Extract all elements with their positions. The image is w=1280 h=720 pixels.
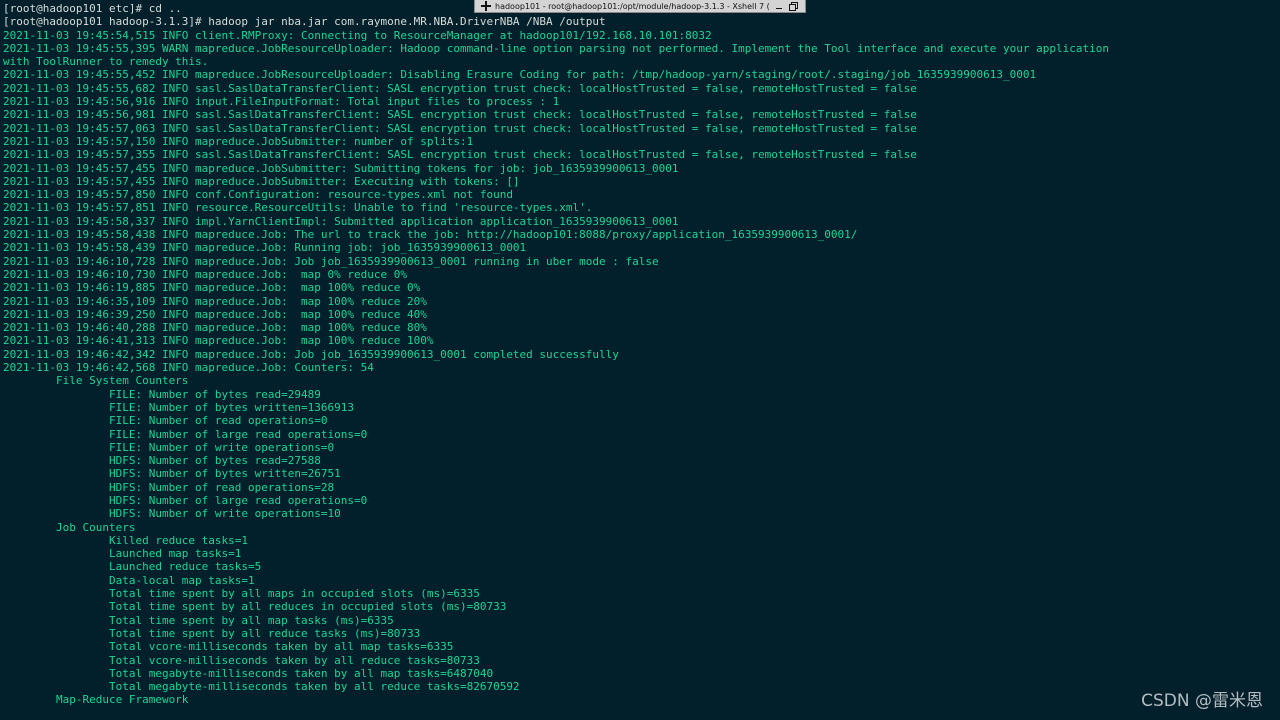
terminal-log-line: 2021-11-03 19:46:41,313 INFO mapreduce.J… — [3, 334, 434, 348]
terminal-log-line: Total vcore-milliseconds taken by all ma… — [3, 640, 454, 654]
terminal-log-line: Launched map tasks=1 — [3, 547, 242, 561]
window-title-tab[interactable]: hadoop101 - root@hadoop101:/opt/module/h… — [474, 0, 806, 13]
restore-icon[interactable] — [789, 2, 798, 11]
terminal-log-line: 2021-11-03 19:45:57,850 INFO conf.Config… — [3, 188, 513, 202]
terminal-log-line: Data-local map tasks=1 — [3, 573, 255, 587]
terminal-log-line: FILE: Number of write operations=0 — [3, 440, 335, 454]
terminal-log-line: 2021-11-03 19:45:58,439 INFO mapreduce.J… — [3, 241, 527, 255]
terminal-log-line: Total vcore-milliseconds taken by all re… — [3, 653, 480, 667]
terminal-prompt-line: [root@hadoop101 hadoop-3.1.3]# hadoop ja… — [3, 15, 606, 29]
terminal-log-line: Total megabyte-milliseconds taken by all… — [3, 680, 520, 694]
terminal-log-line: 2021-11-03 19:45:55,452 INFO mapreduce.J… — [3, 68, 1037, 82]
terminal-output[interactable]: [root@hadoop101 etc]# cd .. [root@hadoop1… — [3, 2, 1280, 707]
terminal-log-line: 2021-11-03 19:45:57,150 INFO mapreduce.J… — [3, 134, 474, 148]
terminal-log-line: HDFS: Number of bytes read=27588 — [3, 454, 321, 468]
terminal-log-line: 2021-11-03 19:46:19,885 INFO mapreduce.J… — [3, 281, 421, 295]
terminal-log-line: HDFS: Number of large read operations=0 — [3, 493, 368, 507]
plus-icon[interactable] — [481, 1, 491, 11]
terminal-log-line: Total time spent by all reduce tasks (ms… — [3, 626, 421, 640]
terminal-log-line: Killed reduce tasks=1 — [3, 533, 249, 547]
terminal-log-line: 2021-11-03 19:46:42,342 INFO mapreduce.J… — [3, 347, 619, 361]
terminal-log-line: 2021-11-03 19:45:57,063 INFO sasl.SaslDa… — [3, 121, 917, 135]
terminal-log-line: 2021-11-03 19:46:10,730 INFO mapreduce.J… — [3, 267, 407, 281]
terminal-log-line: FILE: Number of bytes read=29489 — [3, 387, 321, 401]
terminal-log-line: Launched reduce tasks=5 — [3, 560, 262, 574]
terminal-log-line: 2021-11-03 19:46:42,568 INFO mapreduce.J… — [3, 361, 374, 375]
terminal-log-line: 2021-11-03 19:45:56,916 INFO input.FileI… — [3, 95, 560, 109]
terminal-log-line: with ToolRunner to remedy this. — [3, 55, 209, 69]
terminal-log-line: HDFS: Number of write operations=10 — [3, 507, 341, 521]
terminal-log-line: 2021-11-03 19:45:57,851 INFO resource.Re… — [3, 201, 593, 215]
terminal-log-line: 2021-11-03 19:45:57,455 INFO mapreduce.J… — [3, 174, 520, 188]
terminal-log-line: HDFS: Number of read operations=28 — [3, 480, 335, 494]
terminal-log-line: Map-Reduce Framework — [3, 693, 189, 707]
terminal-log-line: 2021-11-03 19:45:57,455 INFO mapreduce.J… — [3, 161, 679, 175]
terminal-log-line: 2021-11-03 19:45:55,395 WARN mapreduce.J… — [3, 41, 1109, 55]
terminal-log-line: 2021-11-03 19:45:58,337 INFO impl.YarnCl… — [3, 214, 679, 228]
terminal-log-line: Total time spent by all reduces in occup… — [3, 600, 507, 614]
terminal-log-line: Total time spent by all map tasks (ms)=6… — [3, 613, 394, 627]
terminal-log-line: Job Counters — [3, 520, 136, 534]
terminal-log-line: Total megabyte-milliseconds taken by all… — [3, 666, 494, 680]
watermark: CSDN @雷米恩 — [1141, 691, 1263, 711]
terminal-log-line: 2021-11-03 19:46:39,250 INFO mapreduce.J… — [3, 307, 427, 321]
terminal-log-line: 2021-11-03 19:46:10,728 INFO mapreduce.J… — [3, 254, 659, 268]
terminal-log-line: Total time spent by all maps in occupied… — [3, 587, 480, 601]
terminal-log-line: 2021-11-03 19:45:56,981 INFO sasl.SaslDa… — [3, 108, 917, 122]
terminal-log-line: FILE: Number of read operations=0 — [3, 414, 328, 428]
terminal-log-line: 2021-11-03 19:45:54,515 INFO client.RMPr… — [3, 28, 712, 42]
terminal-log-line: 2021-11-03 19:46:40,288 INFO mapreduce.J… — [3, 321, 427, 335]
terminal-log-line: 2021-11-03 19:45:55,682 INFO sasl.SaslDa… — [3, 81, 917, 95]
terminal-log-line: 2021-11-03 19:45:57,355 INFO sasl.SaslDa… — [3, 148, 917, 162]
window-controls — [775, 2, 798, 11]
terminal-log-line: 2021-11-03 19:46:35,109 INFO mapreduce.J… — [3, 294, 427, 308]
minimize-icon[interactable] — [775, 2, 783, 10]
terminal-log-line: 2021-11-03 19:45:58,438 INFO mapreduce.J… — [3, 228, 858, 242]
window-title: hadoop101 - root@hadoop101:/opt/module/h… — [495, 1, 770, 11]
terminal-log-line: FILE: Number of large read operations=0 — [3, 427, 368, 441]
terminal-log-line: HDFS: Number of bytes written=26751 — [3, 467, 341, 481]
terminal-window[interactable]: [root@hadoop101 etc]# cd .. [root@hadoop1… — [0, 0, 1280, 720]
terminal-log-line: FILE: Number of bytes written=1366913 — [3, 400, 354, 414]
terminal-log-line: File System Counters — [3, 374, 189, 388]
